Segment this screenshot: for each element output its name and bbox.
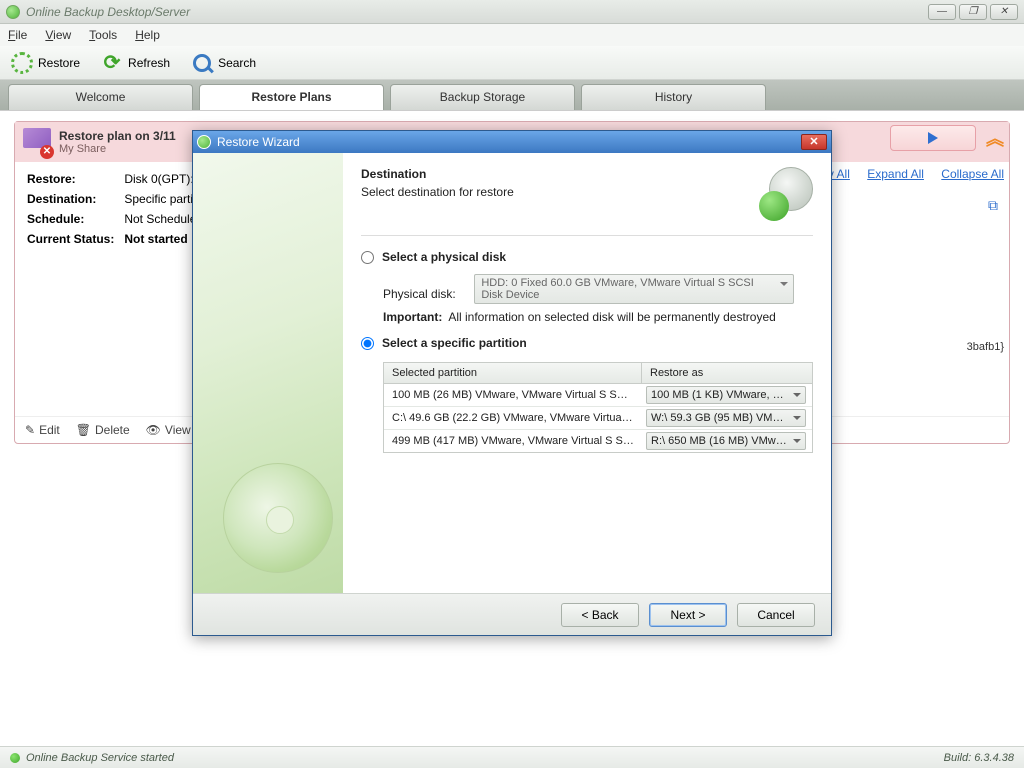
radio-physical-disk[interactable]: [361, 251, 374, 264]
restore-as-combo[interactable]: R:\ 650 MB (16 MB) VMware...: [646, 432, 806, 450]
guid-fragment: 3bafb1}: [967, 341, 1004, 353]
plan-status-icon: ✕: [23, 128, 51, 156]
tab-restore-plans[interactable]: Restore Plans: [199, 84, 384, 110]
restore-label: Restore: [38, 56, 80, 70]
dest-heading: Destination: [361, 167, 759, 181]
dialog-content: Destination Select destination for resto…: [343, 153, 831, 593]
schedule-label: Schedule:: [27, 210, 122, 228]
status-dot-icon: [10, 753, 20, 763]
collapse-chevron-icon[interactable]: ︽: [986, 125, 1004, 151]
dialog-title: Restore Wizard: [217, 135, 300, 149]
expand-all-link[interactable]: Expand All: [867, 167, 924, 181]
search-button[interactable]: Search: [190, 51, 256, 75]
partition-cell: 499 MB (417 MB) VMware, VMware Virtual S…: [384, 431, 642, 451]
dialog-sidebar: [193, 153, 343, 593]
tab-welcome[interactable]: Welcome: [8, 84, 193, 110]
refresh-icon: ⟳: [100, 51, 124, 75]
destination-label: Destination:: [27, 190, 122, 208]
cancel-button[interactable]: Cancel: [737, 603, 815, 627]
window-titlebar: Online Backup Desktop/Server — ❐ ✕: [0, 0, 1024, 24]
dialog-titlebar: Restore Wizard ✕: [193, 131, 831, 153]
pencil-icon: [25, 423, 35, 437]
window-title: Online Backup Desktop/Server: [26, 5, 190, 19]
back-button[interactable]: < Back: [561, 603, 639, 627]
dest-graphic-icon: [759, 167, 813, 221]
physical-disk-combo[interactable]: HDD: 0 Fixed 60.0 GB VMware, VMware Virt…: [474, 274, 794, 304]
toolbar: Restore ⟳ Refresh Search: [0, 46, 1024, 80]
menu-tools[interactable]: Tools: [89, 28, 117, 42]
build-version: 6.3.4.38: [974, 752, 1014, 764]
edit-action[interactable]: Edit: [25, 423, 60, 437]
menu-view[interactable]: View: [45, 28, 71, 42]
restore-as-combo[interactable]: W:\ 59.3 GB (95 MB) VMwar...: [646, 409, 806, 427]
table-row: 100 MB (26 MB) VMware, VMware Virtual S …: [384, 384, 812, 407]
partition-cell: 100 MB (26 MB) VMware, VMware Virtual S …: [384, 385, 642, 405]
restore-wizard-dialog: Restore Wizard ✕ Destination Select dest…: [192, 130, 832, 636]
important-label: Important:: [383, 310, 442, 324]
build-label: Build:: [944, 752, 972, 764]
view-action[interactable]: View: [146, 423, 191, 437]
play-icon: [928, 132, 938, 144]
plan-title: Restore plan on 3/11: [59, 129, 176, 143]
status-label: Current Status:: [27, 230, 122, 248]
partition-table: Selected partition Restore as 100 MB (26…: [383, 362, 813, 453]
search-label: Search: [218, 56, 256, 70]
status-text: Online Backup Service started: [26, 752, 174, 764]
trash-icon: [76, 423, 91, 437]
status-bar: Online Backup Service started Build: 6.3…: [0, 746, 1024, 768]
radio-partition-label[interactable]: Select a specific partition: [382, 336, 527, 350]
eye-icon: [146, 423, 161, 437]
tab-strip: Welcome Restore Plans Backup Storage His…: [0, 80, 1024, 110]
app-icon: [6, 5, 20, 19]
maximize-button[interactable]: ❐: [959, 4, 987, 20]
col-selected-partition: Selected partition: [384, 363, 642, 383]
right-controls: ︽: [890, 125, 1004, 151]
dialog-close-button[interactable]: ✕: [801, 134, 827, 150]
tab-history[interactable]: History: [581, 84, 766, 110]
dialog-icon: [197, 135, 211, 149]
refresh-button[interactable]: ⟳ Refresh: [100, 51, 170, 75]
partition-cell: C:\ 49.6 GB (22.2 GB) VMware, VMware Vir…: [384, 408, 642, 428]
menu-file[interactable]: File: [8, 28, 27, 42]
copy-icon[interactable]: ⧉: [988, 197, 998, 214]
close-button[interactable]: ✕: [990, 4, 1018, 20]
search-icon: [190, 51, 214, 75]
restore-button[interactable]: Restore: [10, 51, 80, 75]
delete-action[interactable]: Delete: [76, 423, 130, 437]
table-row: C:\ 49.6 GB (22.2 GB) VMware, VMware Vir…: [384, 407, 812, 430]
run-plan-button[interactable]: [890, 125, 976, 151]
minimize-button[interactable]: —: [928, 4, 956, 20]
col-restore-as: Restore as: [642, 363, 812, 383]
next-button[interactable]: Next >: [649, 603, 727, 627]
important-text: All information on selected disk will be…: [448, 310, 776, 324]
radio-physical-label[interactable]: Select a physical disk: [382, 250, 506, 264]
physical-disk-label: Physical disk:: [383, 287, 471, 301]
menu-bar: File View Tools Help: [0, 24, 1024, 46]
disc-graphic-icon: [223, 463, 333, 573]
dialog-buttons: < Back Next > Cancel: [193, 593, 831, 635]
refresh-label: Refresh: [128, 56, 170, 70]
restore-label: Restore:: [27, 170, 122, 188]
table-row: 499 MB (417 MB) VMware, VMware Virtual S…: [384, 430, 812, 452]
radio-specific-partition[interactable]: [361, 337, 374, 350]
tab-backup-storage[interactable]: Backup Storage: [390, 84, 575, 110]
restore-as-combo[interactable]: 100 MB (1 KB) VMware, VMware: [646, 386, 806, 404]
plan-subtitle: My Share: [59, 143, 176, 155]
collapse-all-link[interactable]: Collapse All: [941, 167, 1004, 181]
restore-icon: [10, 51, 34, 75]
menu-help[interactable]: Help: [135, 28, 160, 42]
dest-subheading: Select destination for restore: [361, 185, 759, 199]
